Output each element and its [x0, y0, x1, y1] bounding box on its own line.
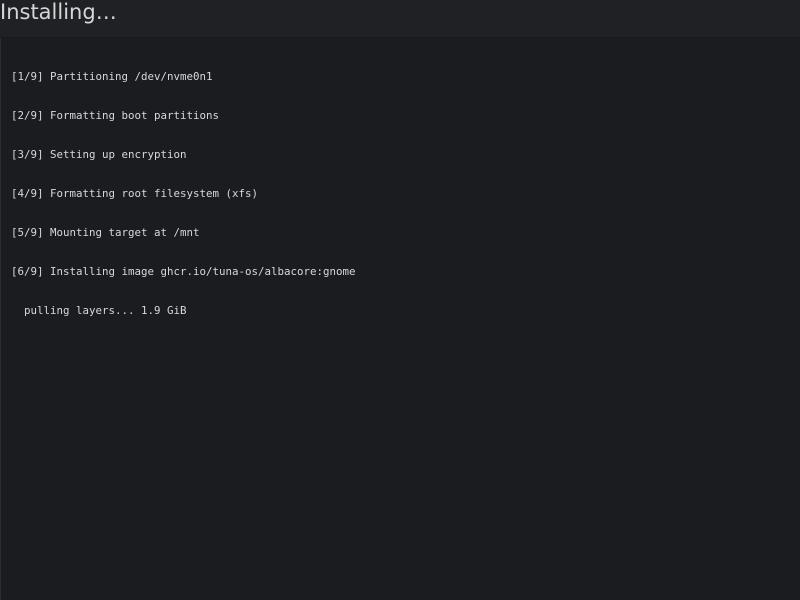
log-line-formatting-boot: [2/9] Formatting boot partitions	[11, 109, 220, 122]
install-log: [1/9] Partitioning /dev/nvme0n1 [2/9] Fo…	[11, 44, 356, 343]
install-log-panel[interactable]: [1/9] Partitioning /dev/nvme0n1 [2/9] Fo…	[0, 38, 800, 600]
header-bar: Installing…	[0, 0, 800, 38]
log-line-partitioning: [1/9] Partitioning /dev/nvme0n1	[11, 70, 213, 83]
log-line-encryption: [3/9] Setting up encryption	[11, 148, 187, 161]
log-progress-line: pulling layers... 1.9 GiB	[24, 304, 187, 317]
page-title: Installing…	[0, 0, 117, 24]
log-line-formatting-root: [4/9] Formatting root filesystem (xfs)	[11, 187, 259, 200]
log-line-mounting: [5/9] Mounting target at /mnt	[11, 226, 200, 239]
log-line-installing-image: [6/9] Installing image ghcr.io/tuna-os/a…	[11, 265, 356, 278]
